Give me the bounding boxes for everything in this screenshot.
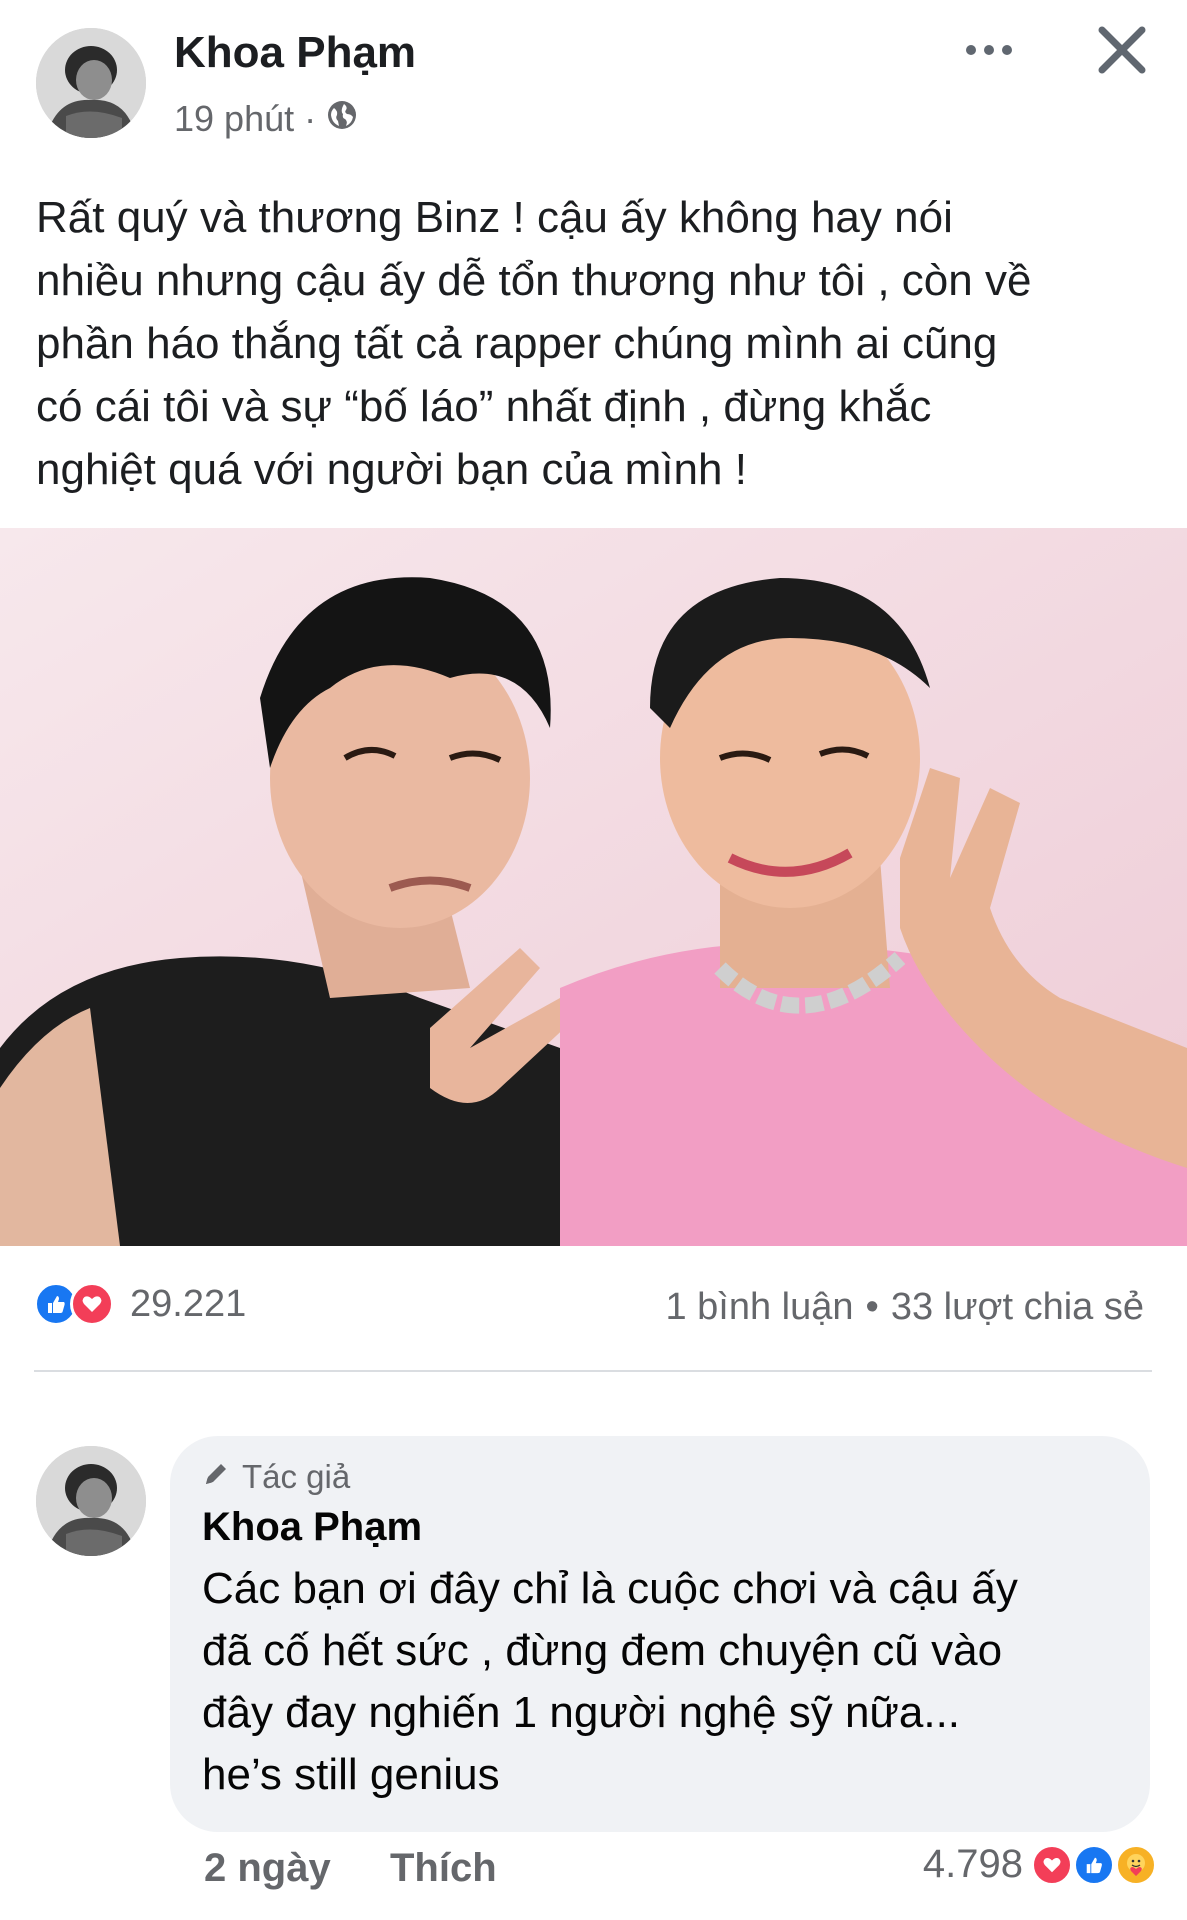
author-badge-label: Tác giả [242,1458,351,1495]
reaction-summary[interactable]: 29.221 [34,1282,246,1326]
share-count-link[interactable]: 33 lượt chia sẻ [891,1286,1144,1329]
comment-reactions[interactable]: 4.798 [923,1842,1157,1887]
post-meta: 19 phút · [174,98,358,140]
post-time[interactable]: 19 phút [174,98,294,140]
post-text-line: nhiều nhưng cậu ấy dễ tổn thương như tôi… [36,256,1032,305]
comment-like-button[interactable]: Thích [390,1846,497,1891]
care-icon [1115,1843,1157,1886]
post-text: Rất quý và thương Binz ! cậu ấy không ha… [36,186,1156,501]
comment-text-line: đây đay nghiến 1 người nghệ sỹ nữa... [202,1688,961,1737]
globe-icon [326,98,358,140]
meta-separator: · [304,98,317,139]
post-author-name[interactable]: Khoa Phạm [174,28,416,78]
like-icon [1073,1843,1115,1886]
more-options-icon[interactable] [954,30,1024,70]
comment-count-link[interactable]: 1 bình luận [665,1286,853,1329]
comment-text: Các bạn ơi đây chỉ là cuộc chơi và cậu ấ… [202,1558,1122,1806]
post-text-line: nghiệt quá với người bạn của mình ! [36,445,747,494]
post-text-line: phần háo thắng tất cả rapper chúng mình … [36,319,998,368]
post-stats: 1 bình luận • 33 lượt chia sẻ [665,1286,1144,1329]
author-avatar[interactable] [36,28,146,138]
comment-text-line: đã cố hết sức , đừng đem chuyện cũ vào [202,1626,1003,1675]
comment-time[interactable]: 2 ngày [204,1846,331,1891]
commenter-avatar[interactable] [36,1446,146,1556]
comment-text-line: he’s still genius [202,1750,500,1799]
divider [34,1370,1152,1372]
comment-reaction-count: 4.798 [922,1842,1023,1886]
author-badge: Tác giả [202,1458,350,1496]
reaction-count: 29.221 [130,1282,247,1325]
comment-text-line: Các bạn ơi đây chỉ là cuộc chơi và cậu ấ… [202,1564,1018,1613]
close-icon[interactable] [1092,20,1152,80]
post-text-line: có cái tôi và sự “bố láo” nhất định , đừ… [36,382,932,431]
pencil-icon [202,1458,230,1496]
post-text-line: Rất quý và thương Binz ! cậu ấy không ha… [36,193,953,242]
stats-bullet: • [865,1286,879,1328]
comment-author-name[interactable]: Khoa Phạm [202,1505,422,1550]
love-icon [1031,1843,1073,1886]
post-photo[interactable] [0,528,1187,1246]
love-icon [70,1282,114,1326]
